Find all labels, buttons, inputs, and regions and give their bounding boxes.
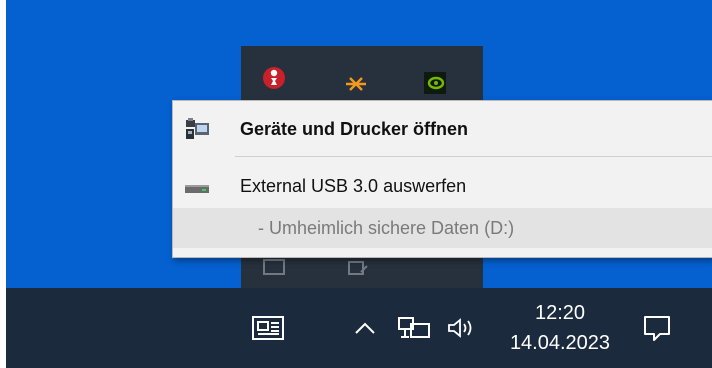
news-icon[interactable] — [251, 315, 285, 341]
app-orange-icon[interactable] — [344, 72, 368, 96]
menu-item-label: Geräte und Drucker öffnen — [240, 118, 469, 139]
menu-item-open-devices-printers[interactable]: Geräte und Drucker öffnen — [173, 109, 712, 149]
notifications-icon[interactable] — [642, 313, 672, 343]
volume-icon[interactable] — [446, 316, 480, 340]
clock-time: 12:20 — [534, 302, 586, 324]
menu-item-volume-d: - Umheimlich sichere Daten (D:) — [173, 208, 712, 248]
usb-drive-icon — [185, 185, 209, 193]
usb-eject-context-menu: Geräte und Drucker öffnen External USB 3… — [172, 100, 712, 258]
clock-date: 14.04.2023 — [509, 332, 611, 354]
network-icon[interactable] — [397, 315, 431, 341]
chevron-up-icon[interactable] — [354, 318, 376, 338]
app-red-icon[interactable] — [262, 66, 286, 90]
menu-item-label: - Umheimlich sichere Daten (D:) — [258, 217, 515, 238]
menu-separator — [235, 156, 712, 157]
clock[interactable]: 12:20 14.04.2023 — [490, 298, 630, 358]
taskbar: 12:20 14.04.2023 — [6, 288, 712, 368]
menu-item-eject-usb[interactable]: External USB 3.0 auswerfen — [173, 166, 712, 206]
devices-printers-icon — [186, 118, 209, 139]
menu-item-label: External USB 3.0 auswerfen — [240, 175, 467, 196]
nvidia-icon[interactable] — [423, 71, 447, 95]
faded-tray-icon — [348, 261, 368, 275]
